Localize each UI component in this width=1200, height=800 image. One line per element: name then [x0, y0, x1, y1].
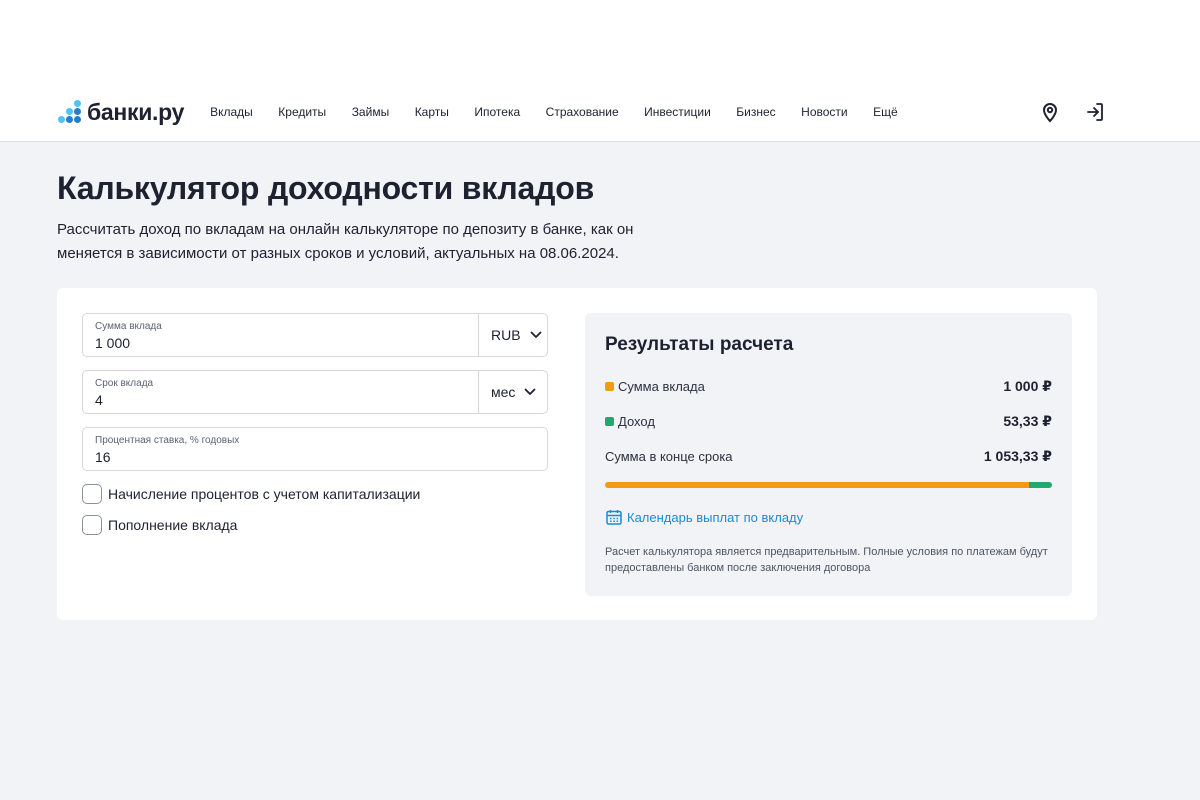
nav-item-business[interactable]: Бизнес	[736, 105, 775, 119]
amount-input[interactable]: 1 000	[95, 335, 130, 351]
nav-item-credits[interactable]: Кредиты	[278, 105, 326, 119]
nav-item-cards[interactable]: Карты	[415, 105, 449, 119]
result-deposit-row: Сумма вклада 1 000 ₽	[605, 376, 1052, 396]
nav-item-news[interactable]: Новости	[801, 105, 847, 119]
amount-field[interactable]: Сумма вклада 1 000 RUB	[82, 313, 548, 357]
results-title: Результаты расчета	[605, 334, 794, 355]
replenishment-label: Пополнение вклада	[108, 517, 238, 533]
capitalization-option[interactable]: Начисление процентов с учетом капитализа…	[82, 484, 420, 504]
header-actions	[1038, 100, 1107, 124]
payment-calendar-label: Календарь выплат по вкладу	[627, 509, 804, 525]
calendar-icon	[606, 510, 622, 525]
logo-text: банки.ру	[87, 98, 185, 125]
page-title: Калькулятор доходности вкладов	[57, 170, 595, 206]
result-income-label: Доход	[618, 413, 655, 429]
bar-segment-deposit	[605, 482, 1030, 488]
chevron-down-icon	[525, 388, 536, 395]
calculator-card: Сумма вклада 1 000 RUB Срок вклада 4 мес…	[57, 288, 1097, 620]
nav-item-deposits[interactable]: Вклады	[210, 105, 253, 119]
bar-segment-income	[1029, 482, 1052, 488]
nav-item-loans[interactable]: Займы	[352, 105, 390, 119]
rate-field[interactable]: Процентная ставка, % годовых 16	[82, 427, 548, 471]
site-header: банки.ру Вклады Кредиты Займы Карты Ипот…	[57, 92, 1107, 132]
result-total-row: Сумма в конце срока 1 053,33 ₽	[605, 446, 1052, 466]
term-label: Срок вклада	[95, 378, 154, 389]
nav-item-mortgage[interactable]: Ипотека	[474, 105, 520, 119]
term-input[interactable]: 4	[95, 392, 103, 408]
main-nav: Вклады Кредиты Займы Карты Ипотека Страх…	[210, 105, 923, 119]
chevron-down-icon	[530, 331, 541, 338]
term-unit-select[interactable]: мес	[478, 371, 547, 413]
amount-label: Сумма вклада	[95, 321, 162, 332]
deposit-color-dot	[605, 381, 614, 391]
replenishment-option[interactable]: Пополнение вклада	[82, 515, 237, 535]
result-deposit-value: 1 000 ₽	[1003, 377, 1052, 394]
term-field[interactable]: Срок вклада 4 мес	[82, 370, 548, 414]
replenishment-checkbox[interactable]	[82, 515, 102, 535]
capitalization-checkbox[interactable]	[82, 484, 102, 504]
login-icon[interactable]	[1083, 100, 1107, 124]
rate-label: Процентная ставка, % годовых	[95, 435, 240, 446]
results-disclaimer: Расчет калькулятора является предварител…	[605, 546, 1048, 574]
result-income-value: 53,33 ₽	[1003, 412, 1052, 429]
result-total-label: Сумма в конце срока	[605, 448, 733, 464]
income-color-dot	[605, 416, 614, 426]
rate-input[interactable]: 16	[95, 449, 111, 465]
term-unit-value: мес	[491, 384, 516, 400]
payment-calendar-link[interactable]: Календарь выплат по вкладу	[605, 508, 803, 526]
currency-select[interactable]: RUB	[478, 314, 547, 356]
result-total-value: 1 053,33 ₽	[983, 447, 1052, 464]
nav-item-more[interactable]: Ещё	[873, 105, 898, 119]
result-income-row: Доход 53,33 ₽	[605, 411, 1052, 431]
logo[interactable]: банки.ру	[57, 99, 184, 126]
location-pin-icon[interactable]	[1038, 100, 1062, 124]
result-deposit-label: Сумма вклада	[618, 378, 705, 394]
currency-value: RUB	[491, 327, 521, 343]
nav-item-insurance[interactable]: Страхование	[546, 105, 619, 119]
logo-icon	[57, 100, 81, 124]
results-panel: Результаты расчета Сумма вклада 1 000 ₽ …	[585, 313, 1072, 596]
nav-item-investments[interactable]: Инвестиции	[644, 105, 711, 119]
capitalization-label: Начисление процентов с учетом капитализа…	[108, 486, 421, 502]
page-description: Рассчитать доход по вкладам на онлайн ка…	[57, 221, 634, 262]
result-proportion-bar	[605, 482, 1052, 488]
